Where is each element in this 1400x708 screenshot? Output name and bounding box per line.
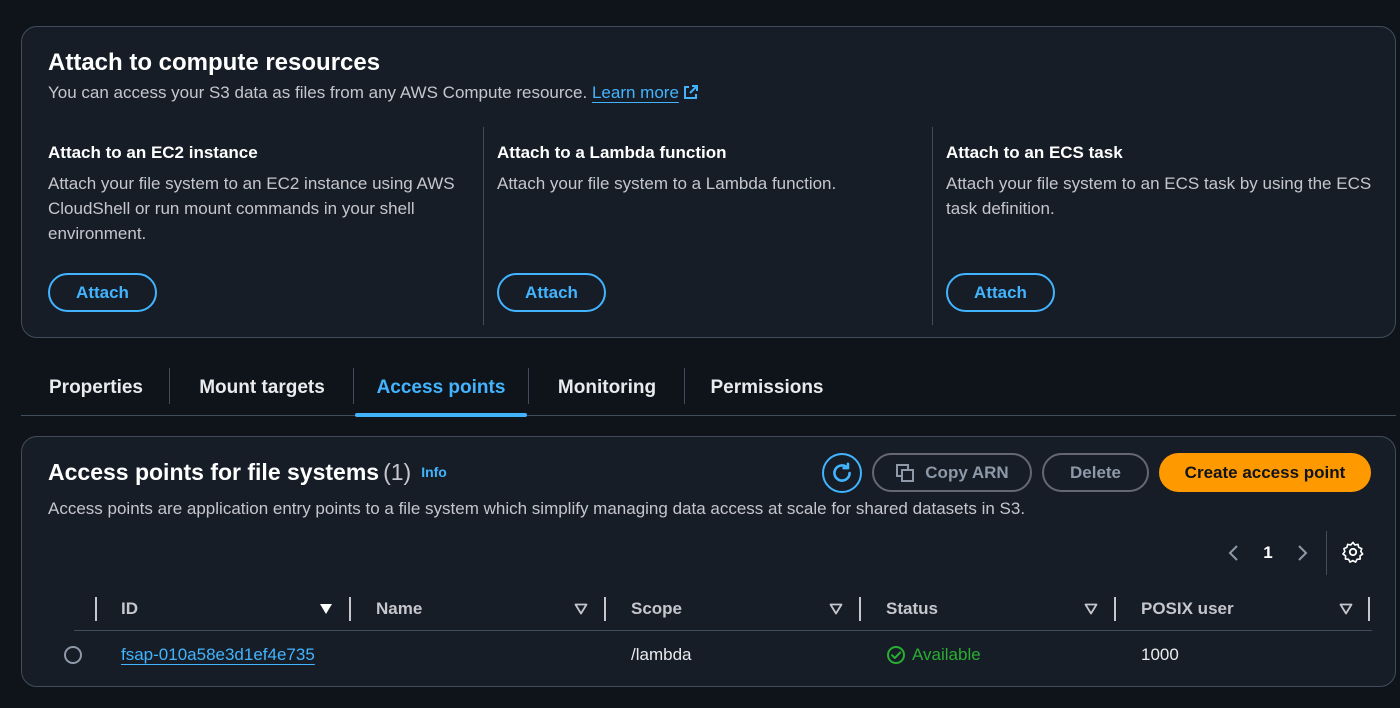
create-access-point-button[interactable]: Create access point <box>1159 453 1371 492</box>
column-header-posix-user[interactable]: POSIX user <box>1141 589 1234 629</box>
external-link-icon <box>683 85 698 99</box>
table-header-divider <box>74 630 1372 631</box>
access-points-title: Access points for file systems (1) Info <box>48 459 447 486</box>
previous-page-button[interactable] <box>1222 541 1246 565</box>
attach-ecs-button[interactable]: Attach <box>946 273 1055 312</box>
ec2-text: Attach your file system to an EC2 instan… <box>48 174 455 243</box>
column-divider <box>932 127 933 325</box>
row-select-radio[interactable] <box>64 646 82 664</box>
column-header-id[interactable]: ID <box>121 589 138 629</box>
tab-separator <box>684 368 685 404</box>
column-separator <box>1368 597 1370 621</box>
tab-monitoring[interactable]: Monitoring <box>539 362 675 414</box>
access-point-id-link[interactable]: fsap-010a58e3d1ef4e735 <box>121 635 315 675</box>
delete-button[interactable]: Delete <box>1042 453 1149 492</box>
chevron-left-icon <box>1228 545 1238 561</box>
access-points-count: (1) <box>383 459 412 485</box>
copy-icon <box>896 463 915 482</box>
attach-lambda-button[interactable]: Attach <box>497 273 606 312</box>
column-header-scope[interactable]: Scope <box>631 589 682 629</box>
column-header-status[interactable]: Status <box>886 589 938 629</box>
column-divider <box>483 127 484 325</box>
attach-compute-panel: Attach to compute resources You can acce… <box>21 26 1396 338</box>
tab-separator <box>169 368 170 404</box>
column-separator <box>95 597 97 621</box>
current-page[interactable]: 1 <box>1246 543 1290 563</box>
panel-title: Attach to compute resources <box>48 49 381 76</box>
access-points-heading: Access points for file systems <box>48 459 380 485</box>
column-separator <box>604 597 606 621</box>
ec2-title: Attach to an EC2 instance <box>48 143 258 162</box>
access-point-posix-user: 1000 <box>1141 645 1179 664</box>
info-link[interactable]: Info <box>421 464 447 480</box>
settings-icon[interactable] <box>1342 541 1364 563</box>
tab-mount-targets[interactable]: Mount targets <box>181 362 343 414</box>
next-page-button[interactable] <box>1290 541 1314 565</box>
copy-arn-label: Copy ARN <box>925 462 1009 482</box>
tab-bar: Properties Mount targets Access points M… <box>21 362 1396 417</box>
check-circle-icon <box>887 646 905 664</box>
top-strip-cut-off <box>0 0 1400 14</box>
sort-down-icon[interactable] <box>574 603 588 615</box>
lambda-text: Attach your file system to a Lambda func… <box>497 174 837 193</box>
copy-arn-button[interactable]: Copy ARN <box>872 453 1032 492</box>
refresh-icon <box>833 462 851 482</box>
access-points-panel: Access points for file systems (1) Info Ac… <box>21 436 1396 687</box>
refresh-button[interactable] <box>822 453 862 493</box>
column-header-name[interactable]: Name <box>376 589 422 629</box>
access-points-description: Access points are application entry poin… <box>48 499 1026 518</box>
pagination: 1 <box>1222 537 1314 569</box>
attach-lambda-section: Attach to a Lambda function Attach your … <box>497 127 917 325</box>
ecs-title: Attach to an ECS task <box>946 143 1123 162</box>
description-text: You can access your S3 data as files fro… <box>48 83 588 102</box>
lambda-title: Attach to a Lambda function <box>497 143 727 162</box>
table-row: fsap-010a58e3d1ef4e735 /lambda Available… <box>22 635 1397 675</box>
sort-down-icon[interactable] <box>829 603 843 615</box>
panel-description: You can access your S3 data as files fro… <box>48 83 699 103</box>
ecs-text: Attach your file system to an ECS task b… <box>946 174 1372 218</box>
status-label: Available <box>912 645 981 664</box>
table-header: ID Name Scope Status POSIX user <box>22 589 1397 629</box>
attach-ecs-section: Attach to an ECS task Attach your file s… <box>946 127 1376 325</box>
column-separator <box>859 597 861 621</box>
tab-separator <box>353 368 354 404</box>
learn-more-link[interactable]: Learn more <box>592 83 679 102</box>
tab-separator <box>528 368 529 404</box>
tab-permissions[interactable]: Permissions <box>695 362 839 414</box>
tab-access-points[interactable]: Access points <box>355 362 527 417</box>
tab-properties[interactable]: Properties <box>31 362 161 414</box>
attach-ec2-section: Attach to an EC2 instance Attach your fi… <box>48 127 468 325</box>
sort-down-icon[interactable] <box>1339 603 1353 615</box>
access-point-status: Available <box>886 635 981 675</box>
sort-down-icon[interactable] <box>1084 603 1098 615</box>
chevron-right-icon <box>1298 545 1308 561</box>
column-separator <box>1114 597 1116 621</box>
attach-ec2-button[interactable]: Attach <box>48 273 157 312</box>
column-separator <box>349 597 351 621</box>
access-point-scope: /lambda <box>631 645 692 664</box>
sort-down-icon[interactable] <box>319 603 333 615</box>
pager-divider <box>1326 531 1327 575</box>
